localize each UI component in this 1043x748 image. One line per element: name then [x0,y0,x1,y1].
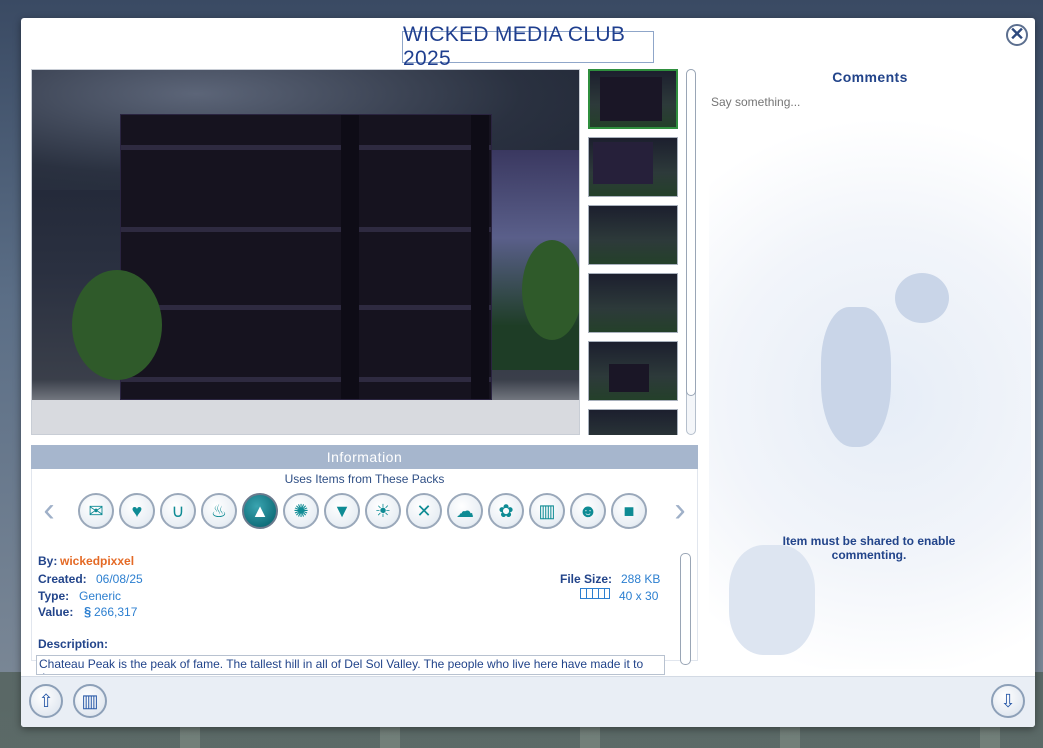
type-value: Generic [79,589,122,603]
comments-panel: Comments Item must be shared to enable c… [709,69,1031,669]
directors-chair-icon[interactable]: ✕ [406,493,442,529]
thumbnail-4[interactable] [588,273,678,333]
file-size-label: File Size: [560,572,613,586]
bunny-illustration [821,307,891,447]
fire-heart-icon[interactable]: ♥ [119,493,155,529]
created-label: Created: [38,572,87,586]
graduation-cap-icon[interactable]: ▼ [324,493,360,529]
weather-cloud-icon[interactable]: ☁ [447,493,483,529]
comment-input[interactable] [711,93,1011,111]
thumbnail-6[interactable] [588,409,678,435]
thumbnail-scrollbar-thumb[interactable] [686,69,696,396]
paw-icon[interactable]: ✿ [488,493,524,529]
type-label: Type: [38,589,70,603]
lot-size-value: 40 x 30 [619,589,659,603]
close-icon[interactable]: ✕ [1006,24,1028,46]
file-size-value: 288 KB [621,572,661,586]
lightbulb-icon[interactable]: ✺ [283,493,319,529]
lot-title: WICKED MEDIA CLUB 2025 [402,23,654,70]
packs-label: Uses Items from These Packs [284,472,445,486]
main-preview-image[interactable] [31,69,580,435]
cloud-upload-icon[interactable]: ⇧ [29,684,63,718]
packs-next-arrow[interactable]: › [669,493,691,528]
tree [72,270,162,380]
thumbnail-2[interactable] [588,137,678,197]
comments-disabled-note: Item must be shared to enable commenting… [782,534,956,562]
description-text: Chateau Peak is the peak of fame. The ta… [36,655,665,675]
building-facade [120,114,492,400]
people-group-icon[interactable]: ☻ [570,493,606,529]
thumbnail-5[interactable] [588,341,678,401]
created-value: 06/08/25 [96,572,143,586]
lot-size-icon [580,588,610,599]
thumbnail-strip [587,69,680,435]
information-header: Information [31,445,698,469]
description-label: Description: [38,637,109,651]
snowy-mountain-icon[interactable]: ▲ [242,493,278,529]
value-label: Value: [38,605,74,619]
ground-plaza [32,400,579,434]
simoleon-icon: § [84,604,92,619]
info-scrollbar[interactable] [680,553,691,665]
tree [522,240,579,340]
thumbnail-1[interactable] [588,69,678,129]
comments-title: Comments [832,69,908,85]
value-amount: 266,317 [94,605,138,619]
money-envelope-icon[interactable]: ✉ [78,493,114,529]
modal-footer: ⇧ ▥ ⇩ [21,676,1035,727]
briefcase-icon[interactable]: ■ [611,493,647,529]
city-buildings-icon[interactable]: ▥ [529,493,565,529]
packs-prev-arrow[interactable]: ‹ [38,493,60,528]
author-link[interactable]: wickedpixxel [60,554,134,568]
thumbnail-3[interactable] [588,205,678,265]
trash-icon[interactable]: ▥ [73,684,107,718]
palm-island-icon[interactable]: ☀ [365,493,401,529]
horseshoe-icon[interactable]: ∪ [160,493,196,529]
cake-icon[interactable]: ♨ [201,493,237,529]
by-label: By: [38,554,58,568]
download-icon[interactable]: ⇩ [991,684,1025,718]
speech-bubble-icon [895,273,949,323]
information-panel: Uses Items from These Packs ‹ ✉ ♥ ∪ ♨ ▲ ✺ ▼ ☀ ✕ ☁… [31,469,698,675]
gallery-item-modal: WICKED MEDIA CLUB 2025 ✕ Information Use… [21,18,1035,727]
